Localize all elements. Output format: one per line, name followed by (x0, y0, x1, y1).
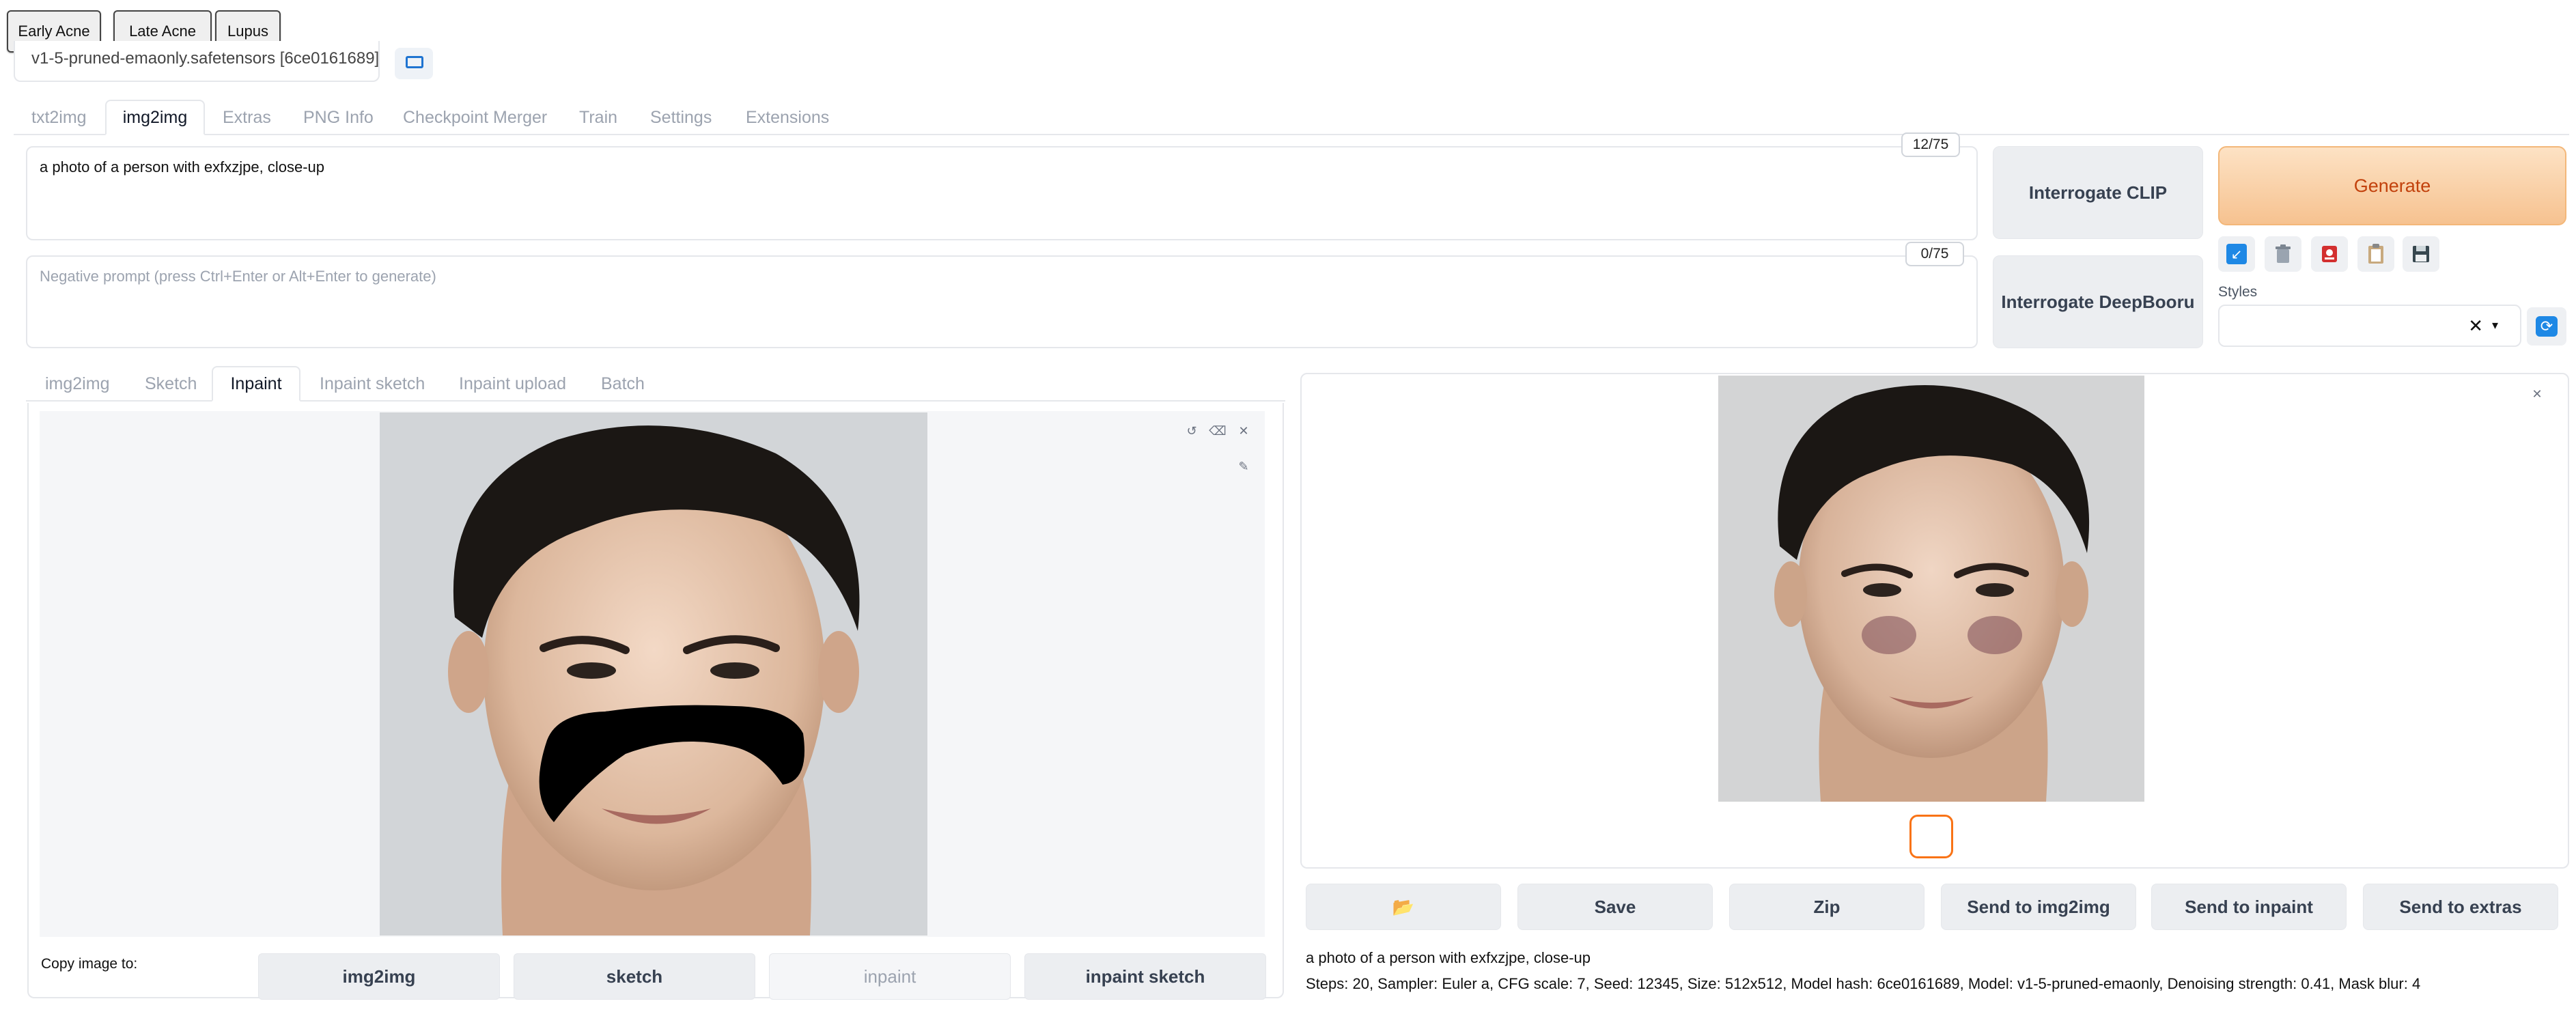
tab-extensions[interactable]: Extensions (746, 100, 829, 135)
trash-icon (2276, 244, 2291, 263)
interrogate-clip-button[interactable]: Interrogate CLIP (1993, 146, 2203, 239)
send-to-img2img-button[interactable]: Send to img2img (1941, 884, 2136, 930)
zip-button[interactable]: Zip (1729, 884, 1924, 930)
close-icon[interactable]: ✕ (1233, 421, 1254, 441)
save-icon (2413, 246, 2429, 262)
interrogate-deepbooru-button[interactable]: Interrogate DeepBooru (1993, 255, 2203, 348)
save-style-button[interactable] (2403, 236, 2439, 272)
card-icon (2322, 246, 2337, 262)
subtab-sketch[interactable]: Sketch (145, 366, 197, 402)
brush-icon[interactable]: ✎ (1233, 456, 1254, 477)
generate-button[interactable]: Generate (2218, 146, 2566, 225)
tab-png-info[interactable]: PNG Info (303, 100, 374, 135)
output-thumbnail[interactable] (1909, 815, 1953, 858)
negative-prompt-token-counter: 0/75 (1905, 242, 1964, 266)
tab-settings[interactable]: Settings (650, 100, 712, 135)
checkpoint-dropdown[interactable]: v1-5-pruned-emaonly.safetensors [6ce0161… (14, 41, 380, 82)
subtab-inpaint[interactable]: Inpaint (212, 366, 300, 402)
send-to-extras-button[interactable]: Send to extras (2363, 884, 2558, 930)
negative-prompt-placeholder: Negative prompt (press Ctrl+Enter or Alt… (40, 268, 436, 285)
read-params-button[interactable]: ↙ (2218, 236, 2255, 272)
copy-to-inpaint-sketch-button[interactable]: inpaint sketch (1024, 953, 1266, 1000)
copy-to-inpaint-button: inpaint (769, 953, 1011, 1000)
tab-train[interactable]: Train (579, 100, 617, 135)
tab-txt2img[interactable]: txt2img (31, 100, 87, 135)
open-folder-button[interactable]: 📂 (1306, 884, 1501, 930)
clear-prompt-button[interactable] (2265, 236, 2301, 272)
refresh-icon: ⟳ (2536, 316, 2558, 337)
checkpoint-refresh-button[interactable] (395, 48, 433, 79)
prompt-token-counter: 12/75 (1901, 132, 1960, 157)
subtab-inpaint-sketch[interactable]: Inpaint sketch (320, 366, 425, 402)
clipboard-icon (2368, 244, 2383, 264)
styles-label: Styles (2218, 284, 2258, 300)
chevron-down-icon: ▾ (2491, 318, 2498, 332)
prompt-text: a photo of a person with exfxzjpe, close… (40, 158, 325, 175)
save-button[interactable]: Save (1517, 884, 1713, 930)
tab-extras[interactable]: Extras (223, 100, 271, 135)
inpaint-image[interactable] (380, 412, 927, 936)
undo-icon[interactable]: ↺ (1181, 421, 1202, 441)
erase-icon[interactable]: ⌫ (1207, 421, 1228, 441)
arrow-icon: ↙ (2226, 244, 2247, 264)
copy-to-sketch-button[interactable]: sketch (514, 953, 755, 1000)
generation-info-prompt: a photo of a person with exfxzjpe, close… (1306, 949, 1591, 966)
copy-image-label: Copy image to: (41, 956, 138, 972)
styles-dropdown[interactable]: ✕ ▾ (2218, 305, 2521, 347)
close-icon[interactable]: ✕ (2527, 384, 2547, 404)
subtab-inpaint-upload[interactable]: Inpaint upload (459, 366, 566, 402)
apply-style-button[interactable] (2357, 236, 2394, 272)
copy-to-img2img-button[interactable]: img2img (258, 953, 500, 1000)
tab-checkpoint-merger[interactable]: Checkpoint Merger (403, 100, 547, 135)
styles-refresh-button[interactable]: ⟳ (2527, 307, 2566, 346)
subtab-batch[interactable]: Batch (601, 366, 645, 402)
negative-prompt-textarea[interactable]: Negative prompt (press Ctrl+Enter or Alt… (26, 255, 1978, 348)
subtab-img2img[interactable]: img2img (45, 366, 109, 402)
clear-icon[interactable]: ✕ (2468, 315, 2483, 337)
output-image[interactable] (1718, 376, 2144, 802)
checkpoint-value: v1-5-pruned-emaonly.safetensors [6ce0161… (31, 49, 380, 68)
tab-img2img[interactable]: img2img (105, 100, 205, 135)
img2img-subtabbar: img2img Sketch Inpaint Inpaint sketch In… (26, 366, 1285, 402)
prompt-textarea[interactable]: a photo of a person with exfxzjpe, close… (26, 146, 1978, 240)
generation-info-params: Steps: 20, Sampler: Euler a, CFG scale: … (1306, 975, 2421, 992)
main-tabbar: txt2img img2img Extras PNG Info Checkpoi… (14, 100, 2569, 135)
extra-networks-button[interactable] (2311, 236, 2348, 272)
refresh-icon (406, 56, 423, 68)
folder-icon: 📂 (1392, 896, 1415, 917)
send-to-inpaint-button[interactable]: Send to inpaint (2151, 884, 2347, 930)
